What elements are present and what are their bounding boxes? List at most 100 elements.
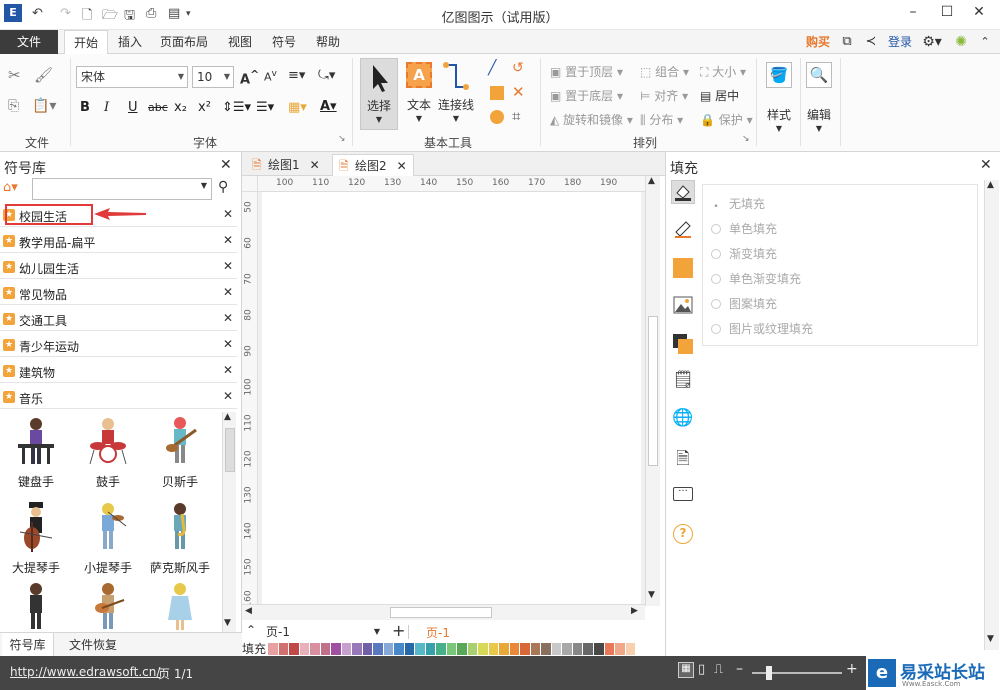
symbol-item[interactable]: 萨克斯风手 <box>144 502 216 576</box>
fill-option-single-gradient[interactable]: 单色渐变填充 <box>711 270 801 287</box>
symbol-item[interactable] <box>72 582 144 633</box>
scroll-thumb[interactable] <box>390 607 492 618</box>
login-link[interactable]: 登录 <box>884 30 916 54</box>
color-swatch[interactable] <box>383 643 395 655</box>
presentation-view-icon[interactable]: ⎍ <box>714 662 723 677</box>
fill-option-pattern[interactable]: 图案填充 <box>711 295 777 312</box>
close-icon[interactable]: ✕ <box>223 233 233 247</box>
edit-button[interactable]: 🔍 编辑 ▼ <box>804 60 834 133</box>
bring-to-top-button[interactable]: ▣ 置于顶层 ▾ <box>550 63 623 80</box>
subscript-icon[interactable]: x₂ <box>174 100 187 115</box>
settings-gear-icon[interactable]: ⚙▾ <box>920 30 944 54</box>
font-dialog-launcher-icon[interactable]: ↘ <box>338 134 346 144</box>
cut-icon[interactable]: ✂ <box>8 66 21 84</box>
color-swatch[interactable] <box>352 643 363 655</box>
page-width-view-icon[interactable]: ▯ <box>698 662 705 677</box>
tab-file[interactable]: 文件 <box>0 30 58 54</box>
grow-font-icon[interactable]: A^ <box>240 68 259 87</box>
color-swatch[interactable] <box>457 643 468 655</box>
color-swatch[interactable] <box>436 643 447 655</box>
tab-home[interactable]: 开始 <box>64 30 108 55</box>
symbol-item[interactable] <box>144 582 216 633</box>
library-item[interactable]: ★ 教学用品-扁平 ✕ <box>0 230 237 253</box>
color-swatch[interactable] <box>551 643 563 655</box>
canvas-horizontal-scrollbar[interactable]: ◀ ▶ <box>242 604 645 620</box>
arc-shape-icon[interactable]: ↺ <box>512 60 524 76</box>
library-scrollbar[interactable]: ▲ ▼ <box>222 412 236 632</box>
style-button[interactable]: 🪣 样式 ▼ <box>764 60 794 133</box>
scroll-down-icon[interactable]: ▼ <box>648 590 655 600</box>
color-swatch[interactable] <box>404 643 416 655</box>
color-swatch[interactable] <box>362 643 374 655</box>
close-library-icon[interactable]: ✕ <box>220 157 232 173</box>
shadow-tab-icon[interactable] <box>671 256 695 280</box>
crop-icon[interactable]: ⌗ <box>512 107 520 125</box>
line-shape-icon[interactable]: ╱ <box>488 60 496 76</box>
close-icon[interactable]: ✕ <box>397 159 407 173</box>
scroll-left-icon[interactable]: ◀ <box>245 606 252 616</box>
symbol-item[interactable]: 大提琴手 <box>0 502 72 576</box>
color-swatch[interactable] <box>425 643 437 655</box>
font-color-icon[interactable]: A▾ <box>320 99 337 114</box>
zoom-in-icon[interactable]: + <box>846 661 858 677</box>
text-wrap-icon[interactable]: ⤿▾ <box>318 68 335 83</box>
strikethrough-icon[interactable]: abc <box>148 101 168 114</box>
color-swatch[interactable] <box>320 643 332 655</box>
circle-shape-icon[interactable] <box>490 110 504 124</box>
buy-link[interactable]: 购买 <box>802 30 834 54</box>
close-icon[interactable]: ✕ <box>964 4 994 20</box>
color-swatch[interactable] <box>373 643 384 655</box>
tab-page-layout[interactable]: 页面布局 <box>156 30 212 54</box>
close-icon[interactable]: ✕ <box>223 311 233 325</box>
doc-tab-active[interactable]: 🗎 绘图2 ✕ <box>332 154 414 176</box>
text-tool-button[interactable]: A 文本 ▼ <box>402 58 436 130</box>
library-item[interactable]: ★ 建筑物 ✕ <box>0 360 237 383</box>
globe-tab-icon[interactable]: 🌐 <box>671 408 695 432</box>
color-swatch[interactable] <box>467 643 479 655</box>
text-align-icon[interactable]: ≡▾ <box>288 68 305 83</box>
color-swatch[interactable] <box>562 643 573 655</box>
color-swatch[interactable] <box>299 643 311 655</box>
color-swatch[interactable] <box>583 643 594 655</box>
page-tab-active[interactable]: 页-1 <box>426 624 450 641</box>
color-swatch[interactable] <box>615 643 626 655</box>
protect-button[interactable]: 🔒 保护 ▾ <box>700 111 753 128</box>
rectangle-shape-icon[interactable] <box>490 86 504 100</box>
drawing-page[interactable] <box>262 192 641 604</box>
tab-view[interactable]: 视图 <box>222 30 258 54</box>
select-tool-button[interactable]: 选择 ▼ <box>360 58 398 130</box>
page-select[interactable]: 页-1 ▼ <box>266 623 382 641</box>
group-button[interactable]: ⬚ 组合 ▾ <box>640 63 689 80</box>
tab-symbol[interactable]: 符号 <box>266 30 302 54</box>
center-button[interactable]: ▤ 居中 <box>700 87 739 104</box>
fill-option-none[interactable]: • 无填充 <box>711 195 765 212</box>
cross-shape-icon[interactable]: ✕ <box>512 83 525 101</box>
color-swatch[interactable] <box>415 643 426 655</box>
line-spacing-icon[interactable]: ⇕☰▾ <box>222 100 251 115</box>
zoom-slider-thumb[interactable] <box>766 666 772 680</box>
rotate-mirror-button[interactable]: ◭ 旋转和镜像 ▾ <box>550 111 633 128</box>
fill-option-solid[interactable]: 单色填充 <box>711 220 777 237</box>
maximize-icon[interactable]: ☐ <box>932 4 962 20</box>
scroll-up-icon[interactable]: ▲ <box>224 412 231 422</box>
color-swatch[interactable] <box>625 643 637 655</box>
add-page-icon[interactable]: + <box>392 621 405 640</box>
close-icon[interactable]: ✕ <box>223 259 233 273</box>
connector-tool-button[interactable]: 连接线 ▼ <box>436 58 476 130</box>
library-item[interactable]: ★ 音乐 ✕ <box>0 386 237 409</box>
scroll-down-icon[interactable]: ▼ <box>224 618 231 628</box>
scroll-thumb[interactable] <box>225 428 235 472</box>
format-painter-icon[interactable]: 🖌 <box>34 66 53 84</box>
website-link[interactable]: http://www.edrawsoft.cn/ <box>10 665 160 679</box>
color-swatch[interactable] <box>541 643 552 655</box>
scroll-down-icon[interactable]: ▼ <box>987 634 994 644</box>
scroll-up-icon[interactable]: ▲ <box>648 176 655 186</box>
font-name-select[interactable]: 宋体 ▼ <box>76 66 188 88</box>
color-swatch[interactable] <box>478 643 489 655</box>
color-swatch[interactable] <box>331 643 342 655</box>
symbol-item[interactable] <box>0 582 72 633</box>
font-size-select[interactable]: 10 ▼ <box>192 66 234 88</box>
symbol-item[interactable]: 鼓手 <box>72 416 144 490</box>
tab-symbol-library[interactable]: 符号库 <box>2 633 54 657</box>
pages-collapse-icon[interactable]: ⌃ <box>246 623 256 637</box>
